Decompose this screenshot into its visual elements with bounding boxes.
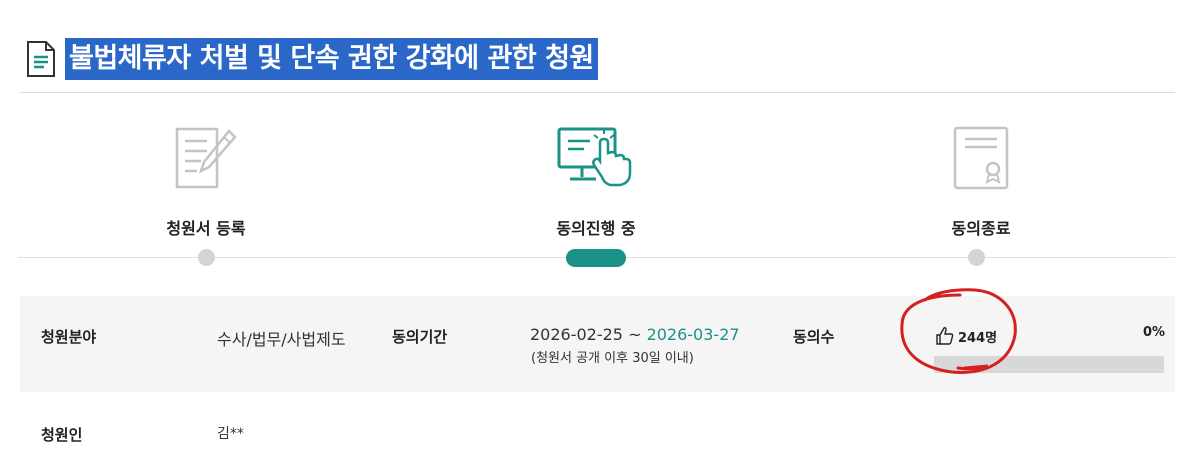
step-dot-registration bbox=[197, 249, 215, 266]
period-note: (청원서 공개 이후 30일 이내) bbox=[531, 351, 694, 366]
document-icon bbox=[27, 41, 55, 77]
petitioner-label: 청원인 bbox=[41, 426, 83, 444]
monitor-click-icon bbox=[557, 127, 632, 187]
step-agreement-in-progress: 동의진행 중 bbox=[486, 118, 706, 239]
period-separator: ~ bbox=[622, 325, 647, 344]
count-value: 244명 bbox=[958, 330, 998, 346]
page-header: 불법체류자 처벌 및 단속 권한 강화에 관한 청원 bbox=[26, 36, 598, 82]
period-start: 2026-02-25 bbox=[530, 325, 623, 344]
petition-info-panel: 청원분야 수사/법무/사법제도 동의기간 2026-02-25 ~ 2026-0… bbox=[20, 296, 1175, 392]
percent-text: 0% bbox=[1143, 325, 1166, 340]
period-end: 2026-03-27 bbox=[646, 325, 740, 344]
step-dot-ended bbox=[967, 249, 985, 266]
step-indicator-active bbox=[566, 249, 626, 267]
field-label: 청원분야 bbox=[41, 328, 97, 346]
step-agreement-ended: 동의종료 bbox=[871, 118, 1091, 239]
step-label-ended: 동의종료 bbox=[951, 219, 1011, 238]
step-label-agreement: 동의진행 중 bbox=[556, 219, 636, 238]
count-label: 동의수 bbox=[793, 328, 835, 346]
petition-progress-steps: 청원서 등록 동의진행 중 동의종료 bbox=[18, 118, 1175, 268]
agreement-count: 244명 bbox=[935, 326, 997, 346]
document-pen-icon bbox=[175, 127, 237, 189]
field-value: 수사/법무/사법제도 bbox=[217, 330, 346, 349]
period-range: 2026-02-25 ~ 2026-03-27 bbox=[530, 325, 740, 344]
thumbs-up-icon bbox=[936, 327, 954, 345]
agreement-progress-bar bbox=[934, 356, 1164, 373]
page-title: 불법체류자 처벌 및 단속 권한 강화에 관한 청원 bbox=[65, 38, 598, 80]
certificate-icon bbox=[953, 126, 1009, 190]
step-registration: 청원서 등록 bbox=[96, 118, 316, 239]
header-divider bbox=[20, 92, 1175, 93]
period-label: 동의기간 bbox=[392, 328, 448, 346]
petitioner-value: 김** bbox=[217, 426, 244, 442]
step-label-registration: 청원서 등록 bbox=[166, 219, 246, 238]
